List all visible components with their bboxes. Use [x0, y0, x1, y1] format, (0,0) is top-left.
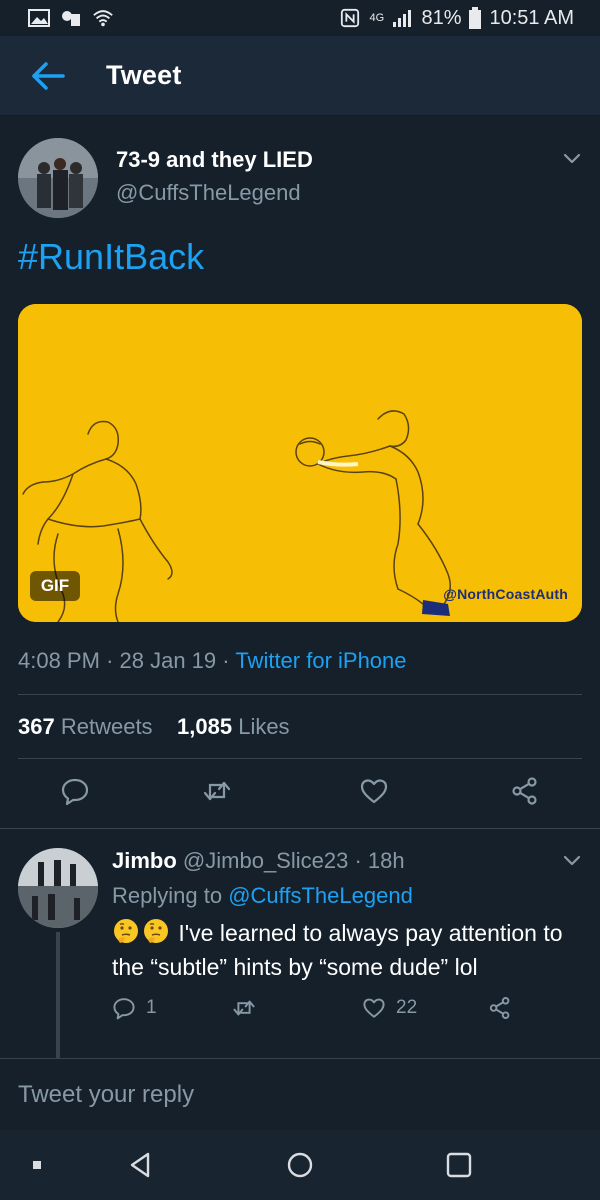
like-icon — [363, 998, 385, 1018]
chevron-down-icon[interactable] — [562, 148, 582, 168]
replying-mention[interactable]: @CuffsTheLegend — [228, 883, 413, 908]
replying-to: Replying to @CuffsTheLegend — [112, 883, 413, 909]
reply-share-button[interactable] — [488, 996, 512, 1020]
back-button[interactable] — [26, 54, 70, 98]
system-nav-bar — [0, 1130, 600, 1200]
reply-retweet-button[interactable] — [232, 996, 256, 1020]
retweets-label: Retweets — [60, 714, 153, 739]
battery-icon — [469, 7, 482, 29]
avatar-photo — [18, 138, 98, 218]
reply-reply-button[interactable]: 1 — [112, 996, 157, 1020]
overview-icon[interactable] — [444, 1150, 474, 1180]
meta-separator: · — [106, 648, 120, 673]
tweet-actions — [0, 776, 600, 820]
reply-icon[interactable] — [60, 776, 90, 806]
signal-icon — [393, 10, 412, 27]
like-count: 1,085 — [177, 714, 233, 739]
thinking-emoji-icon — [114, 919, 138, 943]
tweet-gif[interactable]: GIF @NorthCoastAuth — [18, 304, 582, 622]
retweets-stat[interactable]: 367 Retweets — [18, 714, 153, 739]
replying-prefix: Replying to — [112, 883, 223, 908]
retweet-icon[interactable] — [202, 776, 232, 806]
status-bar: 4G 81% 10:51 AM — [0, 0, 600, 36]
avatar-photo — [18, 848, 98, 928]
reply-age: 18h — [367, 848, 405, 873]
retweet-icon — [233, 1000, 255, 1016]
nav-back-icon[interactable] — [126, 1150, 156, 1180]
recent-apps-icon[interactable] — [22, 1150, 52, 1180]
reply-icon — [113, 998, 135, 1020]
tweet-source[interactable]: Twitter for iPhone — [235, 648, 406, 673]
tweet-time: 4:08 PM — [18, 648, 100, 673]
chevron-down-icon[interactable] — [562, 850, 582, 870]
author-handle: @CuffsTheLegend — [116, 180, 301, 205]
reply-actions: 1 22 — [112, 996, 582, 1026]
thinking-emoji-icon — [144, 919, 168, 943]
meta-separator: · — [354, 848, 362, 873]
meta-separator: · — [222, 648, 236, 673]
thread-line — [56, 932, 60, 1058]
likes-stat[interactable]: 1,085 Likes — [177, 714, 290, 739]
reply-avatar[interactable] — [18, 848, 98, 928]
reply-like-button[interactable]: 22 — [362, 996, 417, 1020]
reply-like-count: 22 — [396, 997, 418, 1018]
reply-author-name[interactable]: Jimbo — [112, 848, 177, 873]
divider — [18, 758, 582, 759]
home-icon[interactable] — [285, 1150, 315, 1180]
network-type: 4G — [369, 11, 385, 24]
clock: 10:51 AM — [489, 6, 574, 29]
wifi-icon — [93, 10, 113, 27]
reply-tweet[interactable]: Jimbo @Jimbo_Slice23 · 18h Replying to @… — [0, 828, 600, 1058]
image-icon — [28, 9, 50, 27]
share-icon — [489, 997, 510, 1019]
divider — [18, 694, 582, 695]
like-icon[interactable] — [359, 776, 389, 806]
tweet-timestamp: 4:08 PM · 28 Jan 19 · Twitter for iPhone — [18, 648, 407, 674]
share-icon[interactable] — [510, 776, 540, 806]
reply-composer[interactable]: Tweet your reply — [0, 1058, 600, 1130]
author-name: 73-9 and they LIED — [116, 147, 313, 172]
battery-percent: 81% — [421, 6, 462, 29]
reply-body: I've learned to always pay attention to … — [112, 916, 582, 984]
page-title: Tweet — [106, 60, 182, 90]
tweet-stats: 367 Retweets 1,085 Likes — [18, 714, 290, 740]
nfc-icon — [341, 8, 360, 28]
reply-author-handle[interactable]: @Jimbo_Slice23 — [183, 848, 348, 873]
reply-header: Jimbo @Jimbo_Slice23 · 18h — [112, 848, 405, 874]
tweet: 73-9 and they LIED @CuffsTheLegend #RunI… — [0, 116, 600, 806]
gif-illustration — [18, 304, 582, 622]
tweet-text[interactable]: #RunItBack — [18, 236, 204, 278]
author-avatar[interactable] — [18, 138, 98, 218]
media-watermark: @NorthCoastAuth — [443, 586, 568, 602]
gif-badge: GIF — [30, 571, 80, 601]
app-header: Tweet — [0, 36, 600, 116]
back-arrow-icon — [32, 61, 65, 90]
photos-icon — [62, 11, 80, 26]
reply-reply-count: 1 — [146, 997, 157, 1018]
retweet-count: 367 — [18, 714, 55, 739]
likes-label: Likes — [238, 714, 290, 739]
tweet-author[interactable]: 73-9 and they LIED @CuffsTheLegend — [0, 116, 600, 226]
reply-input[interactable]: Tweet your reply — [18, 1081, 194, 1109]
reply-text: I've learned to always pay attention to … — [112, 920, 563, 980]
tweet-date: 28 Jan 19 — [119, 648, 217, 673]
